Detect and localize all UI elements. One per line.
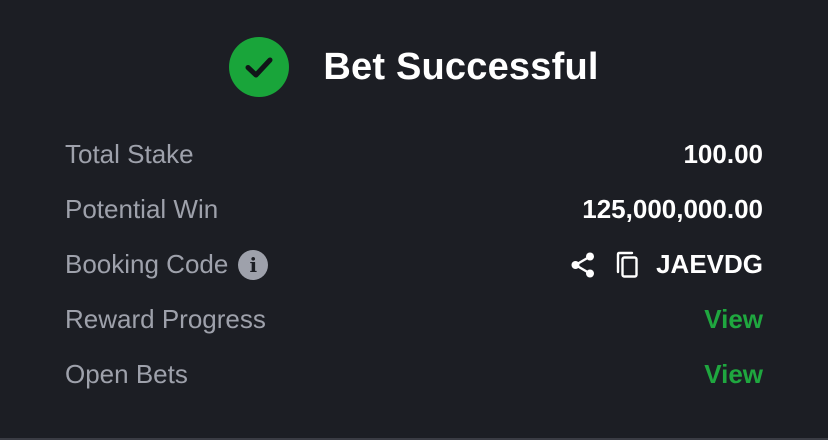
bet-success-panel: Bet Successful Total Stake 100.00 Potent… (0, 0, 828, 440)
row-total-stake: Total Stake 100.00 (65, 127, 763, 182)
total-stake-value: 100.00 (683, 139, 763, 169)
open-bets-view-link[interactable]: View (704, 359, 763, 390)
bet-details: Total Stake 100.00 Potential Win 125,000… (65, 127, 763, 402)
row-reward-progress: Reward Progress View (65, 292, 763, 347)
total-stake-label: Total Stake (65, 139, 194, 169)
header: Bet Successful (0, 34, 828, 100)
potential-win-value: 125,000,000.00 (582, 194, 763, 224)
row-open-bets: Open Bets View (65, 347, 763, 402)
row-potential-win: Potential Win 125,000,000.00 (65, 182, 763, 237)
row-booking-code: Booking Code i JAEVDG (65, 237, 763, 292)
check-circle-icon (229, 37, 290, 97)
potential-win-label: Potential Win (65, 194, 219, 224)
reward-progress-label: Reward Progress (65, 304, 266, 334)
booking-code-value-group: JAEVDG (566, 248, 763, 282)
booking-code-value[interactable]: JAEVDG (656, 249, 763, 280)
info-icon[interactable]: i (238, 249, 269, 280)
booking-code-label-group: Booking Code i (65, 249, 269, 280)
page-title: Bet Successful (323, 45, 599, 88)
share-icon[interactable] (566, 248, 600, 282)
open-bets-label: Open Bets (65, 359, 188, 389)
reward-progress-view-link[interactable]: View (704, 304, 763, 335)
booking-code-label: Booking Code (65, 249, 229, 279)
copy-icon[interactable] (610, 248, 644, 282)
